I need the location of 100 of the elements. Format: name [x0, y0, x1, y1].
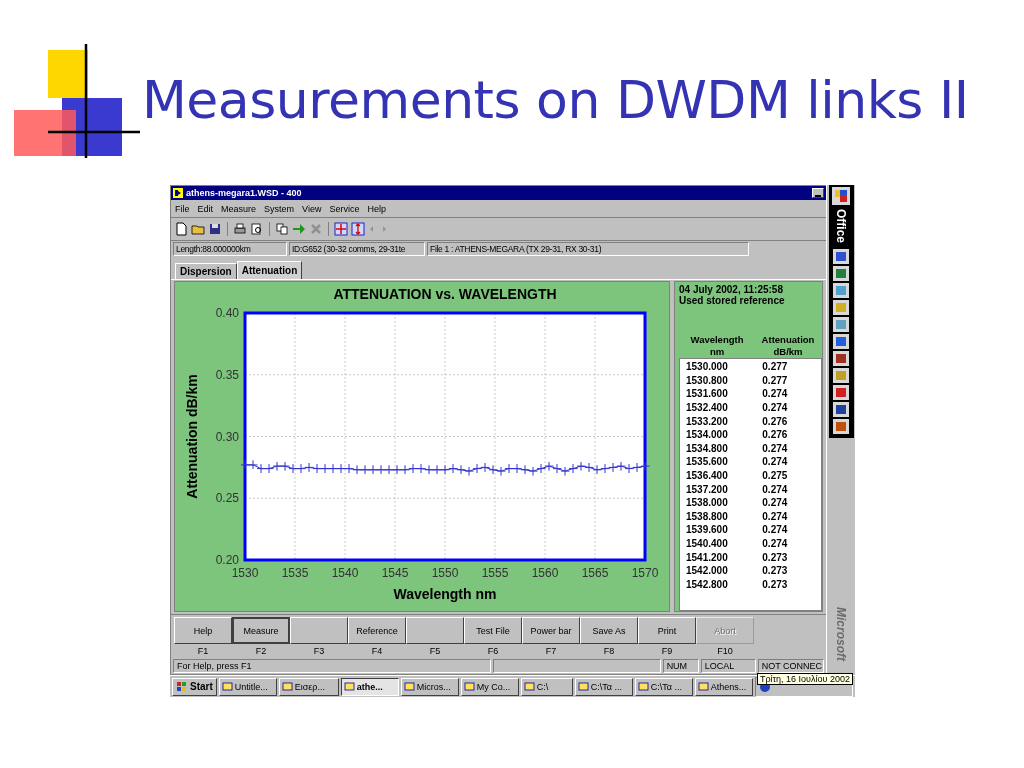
taskbar-button[interactable]: C:\ [520, 677, 573, 696]
timestamp: 04 July 2002, 11:25:58 [679, 284, 783, 295]
taskbar-button[interactable]: My Co... [460, 677, 519, 696]
table-cell-text: 0.274 [762, 497, 789, 509]
window-icon [463, 681, 475, 692]
table-cell-text: 1532.400 [686, 402, 729, 414]
menu-item[interactable]: File [175, 203, 190, 214]
table-cell-text: 0.276 [762, 415, 789, 427]
tab[interactable]: Dispersion [175, 263, 237, 279]
window-icon [403, 681, 415, 692]
window-icon [577, 681, 589, 692]
taskbar-button[interactable]: athe... [340, 677, 399, 696]
function-key-label: F4 [370, 645, 384, 658]
function-key-label: F7 [544, 645, 558, 658]
menu-item[interactable]: Edit [197, 203, 214, 214]
function-key-label: F9 [660, 645, 674, 658]
taskbar-button[interactable]: Εισερ... [278, 677, 339, 696]
copy-icon[interactable] [275, 222, 289, 236]
function-button[interactable]: Power bar [522, 617, 580, 644]
info-field: Length:88.000000km [173, 242, 287, 256]
window-title: athens-megara1.WSD - 400 [186, 188, 303, 198]
table-cell-text: 0.276 [762, 429, 789, 441]
table-cell-text: 0.277 [762, 361, 789, 373]
status-message: For Help, press F1 [173, 659, 491, 673]
app-shortcut-icon[interactable] [833, 385, 849, 400]
y-tick-label: 0.40 [215, 306, 239, 320]
y-tick-label: 0.20 [215, 553, 239, 567]
office-bar-title: Office [834, 209, 848, 243]
function-key-label: F5 [428, 645, 442, 658]
taskbar-button[interactable]: C:\Τα ... [634, 677, 693, 696]
table-cell-text: 0.277 [762, 374, 789, 386]
function-button[interactable]: Save As [580, 617, 638, 644]
taskbar-button[interactable]: Micros... [400, 677, 459, 696]
table-cell-text: 1538.000 [686, 497, 729, 509]
app-shortcut-icon[interactable] [833, 334, 849, 349]
table-cell-text: 1541.200 [686, 551, 729, 563]
function-key-label: F10 [716, 645, 734, 658]
table-cell-text: 0.274 [762, 510, 789, 522]
print-icon[interactable] [233, 222, 247, 236]
chart-title: ATTENUATION vs. WAVELENGTH [333, 286, 557, 302]
x-tick-label: 1555 [481, 566, 509, 580]
function-key-label: F8 [602, 645, 616, 658]
app-shortcut-icon[interactable] [833, 351, 849, 366]
table-cell-text: 0.274 [762, 402, 789, 414]
office-bar-footer: Microsoft [834, 607, 848, 661]
minimize-button[interactable] [812, 188, 824, 198]
table-cell-text: 0.275 [762, 470, 789, 482]
window-icon [637, 681, 649, 692]
table-cell-text: 1540.400 [686, 538, 729, 549]
y-tick-label: 0.25 [215, 491, 239, 506]
menu-item[interactable]: View [302, 203, 322, 214]
menu-item[interactable]: Measure [221, 203, 257, 214]
table-cell-text: 1539.600 [686, 524, 729, 536]
table-cell-text: 0.274 [762, 388, 789, 400]
app-shortcut-icon[interactable] [833, 249, 849, 264]
function-button[interactable]: Measure [232, 617, 290, 644]
save-icon[interactable] [208, 222, 222, 236]
x-tick-label: 1535 [281, 566, 309, 580]
function-button[interactable] [406, 617, 464, 644]
x-tick-label: 1530 [231, 566, 259, 580]
function-button[interactable]: Print [638, 617, 696, 644]
table-cell-text: 1542.800 [686, 578, 729, 590]
start-button[interactable]: Start [172, 677, 217, 696]
x-tick-label: 1560 [531, 566, 559, 580]
crosshair-box-icon[interactable] [334, 222, 348, 236]
window-icon [697, 681, 709, 692]
open-folder-icon[interactable] [191, 222, 205, 236]
window-icon [281, 681, 293, 692]
function-button[interactable]: Test File [464, 617, 522, 644]
vertical-arrows-box-icon[interactable] [351, 222, 365, 236]
app-shortcut-icon[interactable] [833, 419, 849, 434]
taskbar-button[interactable]: C:\Τα ... [574, 677, 633, 696]
y-tick-label: 0.35 [215, 367, 239, 382]
menu-item[interactable]: System [264, 203, 295, 214]
info-field: File 1 : ATHENS-MEGARA (TX 29-31, RX 30-31) [427, 242, 749, 256]
function-button[interactable] [290, 617, 348, 644]
app-shortcut-icon[interactable] [833, 402, 849, 417]
function-button[interactable]: Help [174, 617, 232, 644]
function-key-label: F3 [312, 645, 326, 658]
table-cell-text: 0.273 [762, 565, 789, 577]
menu-item[interactable]: Help [367, 203, 386, 214]
table-cell-text: 1534.000 [686, 429, 729, 441]
app-shortcut-icon[interactable] [833, 266, 849, 281]
menu-item[interactable]: Service [329, 203, 360, 214]
table-cell-text: 0.273 [762, 551, 789, 563]
table-cell-text: 1537.200 [686, 483, 729, 495]
table-cell-text: 1538.800 [686, 510, 729, 522]
status-indicator: NUM [662, 659, 699, 673]
office-logo-icon[interactable] [832, 187, 850, 205]
table-cell-text: 1535.600 [686, 456, 729, 468]
taskbar-button[interactable]: Untitle... [218, 677, 277, 696]
table-cell-text: 0.274 [762, 456, 789, 468]
date-tooltip: Τρίτη, 16 Ιουλίου 2002 [756, 673, 853, 685]
table-cell-text: 1534.800 [686, 442, 729, 454]
taskbar-button[interactable]: Athens... [694, 677, 753, 696]
function-button[interactable]: Reference [348, 617, 406, 644]
x-tick-label: 1550 [431, 566, 459, 580]
table-cell-text: 1533.200 [686, 415, 729, 427]
print-preview-icon[interactable] [250, 222, 264, 236]
new-file-icon[interactable] [174, 222, 188, 236]
